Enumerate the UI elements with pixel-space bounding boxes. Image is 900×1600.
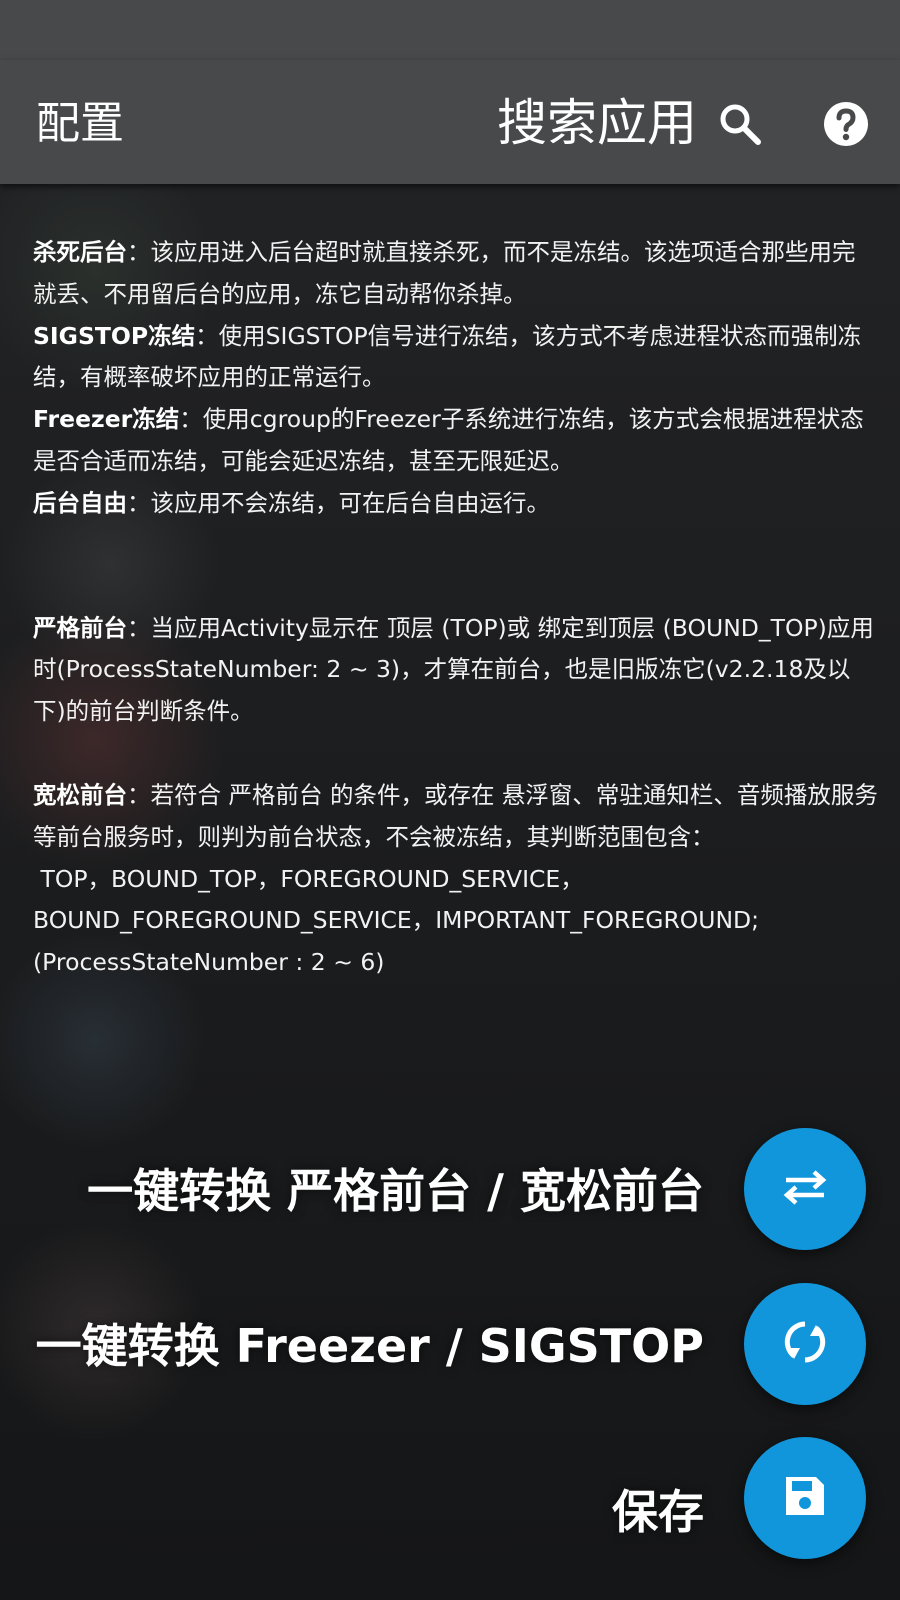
- loose-states-line2: BOUND_FOREGROUND_SERVICE，IMPORTANT_FOREG…: [33, 906, 760, 935]
- save-label[interactable]: 保存: [612, 1476, 704, 1542]
- text-free: ：该应用不会冻结，可在后台自由运行。: [127, 488, 550, 517]
- term-kill: 杀死后台: [33, 238, 127, 266]
- term-sigstop: SIGSTOP冻结: [33, 321, 196, 350]
- description-free: 后台自由：该应用不会冻结，可在后台自由运行。: [33, 483, 878, 525]
- save-icon: [782, 1473, 828, 1523]
- description-strict: 严格前台：当应用Activity显示在 顶层 (TOP)或 绑定到顶层 (BOU…: [33, 608, 878, 733]
- switch-foreground-mode-action: 一键转换 严格前台 / 宽松前台: [0, 1126, 900, 1250]
- switch-freeze-mode-action: 一键转换 Freezer / SIGSTOP: [0, 1281, 900, 1405]
- search-icon[interactable]: [716, 100, 764, 148]
- text-loose: ：若符合 严格前台 的条件，或存在 悬浮窗、常驻通知栏、音频播放服务 等前台服务…: [33, 780, 878, 851]
- switch-foreground-mode-label[interactable]: 一键转换 严格前台 / 宽松前台: [87, 1155, 704, 1221]
- term-loose: 宽松前台: [33, 780, 127, 809]
- save-button[interactable]: [744, 1437, 866, 1559]
- config-description: 杀死后台：该应用进入后台超时就直接杀死，而不是冻结。该选项适合那些用完就丢、不用…: [33, 232, 878, 984]
- switch-freeze-mode-button[interactable]: [744, 1283, 866, 1405]
- term-strict: 严格前台: [33, 613, 127, 642]
- page-title: 配置: [36, 98, 124, 149]
- text-kill: ：该应用进入后台超时就直接杀死，而不是冻结。该选项适合那些用完就丢、不用留后台的…: [33, 238, 856, 308]
- text-strict: ：当应用Activity显示在 顶层 (TOP)或 绑定到顶层 (BOUND_T…: [33, 613, 874, 726]
- loose-states-line1: TOP，BOUND_TOP，FOREGROUND_SERVICE，: [33, 864, 584, 893]
- description-freezer: Freezer冻结：使用cgroup的Freezer子系统进行冻结，该方式会根据…: [33, 399, 878, 483]
- description-kill: 杀死后台：该应用进入后台超时就直接杀死，而不是冻结。该选项适合那些用完就丢、不用…: [33, 232, 878, 316]
- help-icon[interactable]: [822, 100, 870, 148]
- switch-freeze-mode-label[interactable]: 一键转换 Freezer / SIGSTOP: [36, 1310, 704, 1376]
- description-sigstop: SIGSTOP冻结：使用SIGSTOP信号进行冻结，该方式不考虑进程状态而强制冻…: [33, 316, 878, 400]
- switch-foreground-mode-button[interactable]: [744, 1128, 866, 1250]
- term-free: 后台自由: [33, 488, 127, 517]
- loose-states-line3: (ProcessStateNumber : 2 ~ 6): [33, 948, 385, 977]
- sync-icon: [780, 1317, 830, 1371]
- swap-arrows-icon: [780, 1162, 830, 1216]
- status-bar: [0, 0, 900, 60]
- description-loose: 宽松前台：若符合 严格前台 的条件，或存在 悬浮窗、常驻通知栏、音频播放服务 等…: [33, 775, 878, 859]
- save-action: 保存: [0, 1435, 900, 1559]
- term-freezer: Freezer冻结: [33, 405, 180, 434]
- search-apps-button[interactable]: 搜索应用: [497, 94, 697, 152]
- app-toolbar: 配置 搜索应用: [0, 60, 900, 184]
